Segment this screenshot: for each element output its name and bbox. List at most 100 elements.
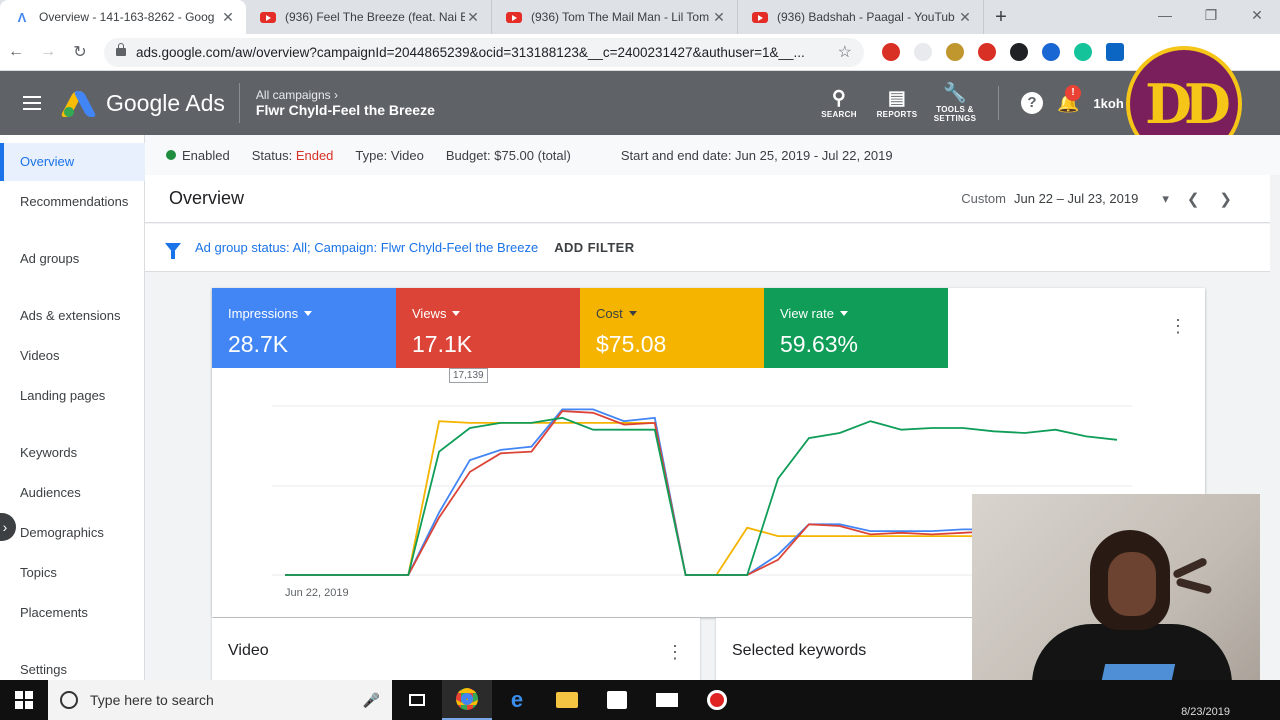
metric-view-rate[interactable]: View rate 59.63% (764, 288, 948, 368)
metric-views[interactable]: Views 17.1K (396, 288, 580, 368)
windows-start-icon[interactable] (0, 680, 48, 720)
metric-value: 17.1K (412, 331, 473, 357)
rocket-icon[interactable] (914, 43, 932, 61)
url-text: ads.google.com/aw/overview?campaignId=20… (136, 44, 805, 60)
campaign-type: Type: Video (355, 147, 424, 163)
sidebar-item-ad-groups[interactable]: Ad groups (0, 240, 145, 278)
search-tool-button[interactable]: ⚲ SEARCH (810, 88, 868, 119)
taskbar-search[interactable]: Type here to search 🎤 (48, 680, 392, 720)
page-title: Overview (169, 188, 245, 208)
task-view-icon[interactable] (392, 680, 442, 720)
linkedin-icon[interactable] (1106, 43, 1124, 61)
browser-tab-2[interactable]: (936) Feel The Breeze (feat. Nai B ✕ (246, 0, 492, 34)
dropdown-icon[interactable]: ▾ (1162, 191, 1169, 207)
sidebar-item-placements[interactable]: Placements (0, 594, 145, 632)
restore-icon[interactable]: ❐ (1188, 0, 1234, 30)
close-tab-icon[interactable]: ✕ (957, 9, 973, 26)
browser-tab-1[interactable]: Λ Overview - 141-163-8262 - Goog ✕ (0, 0, 246, 34)
tab-title: (936) Tom The Mail Man - Lil Tom (531, 10, 710, 24)
date-range-label: Custom (961, 191, 1006, 206)
url-field[interactable]: ads.google.com/aw/overview?campaignId=20… (104, 37, 864, 67)
filter-icon[interactable] (165, 242, 181, 259)
header-tools: ⚲ SEARCH ▤ REPORTS 🔧 TOOLS & SETTINGS ? 🔔! … (810, 71, 1124, 135)
sidebar-item-ads-extensions[interactable]: Ads & extensions (0, 297, 145, 335)
file-explorer-icon[interactable] (542, 680, 592, 720)
metric-impressions[interactable]: Impressions 28.7K (212, 288, 396, 368)
status-field: Status: Ended (252, 148, 334, 163)
keywords-card-title: Selected keywords (732, 642, 867, 659)
tools-settings-label: TOOLS & SETTINGS (933, 105, 977, 123)
metric-value: $75.08 (596, 331, 667, 357)
grammarly-icon[interactable] (1074, 43, 1092, 61)
chat-icon[interactable] (1010, 43, 1028, 61)
mail-icon[interactable] (642, 680, 692, 720)
sidebar-item-audiences[interactable]: Audiences (0, 474, 145, 512)
enabled-status[interactable]: Enabled (182, 148, 230, 163)
extension-icon[interactable] (946, 43, 964, 61)
forward-icon[interactable]: → (32, 43, 64, 61)
account-name[interactable]: 1koh (1093, 96, 1123, 111)
video-card-menu-icon[interactable]: ⋮ (666, 642, 684, 663)
chrome-taskbar-icon[interactable] (442, 680, 492, 720)
cortana-icon (60, 691, 78, 709)
new-tab-button[interactable]: + (984, 0, 1018, 34)
reload-icon[interactable]: ↻ (64, 42, 96, 62)
taskbar-search-placeholder: Type here to search (90, 692, 214, 708)
add-filter-button[interactable]: ADD FILTER (554, 240, 634, 255)
sidebar-item-recommendations[interactable]: Recommendations (0, 183, 145, 221)
sidebar-item-demographics[interactable]: Demographics (0, 514, 145, 552)
close-window-icon[interactable]: ✕ (1234, 0, 1280, 30)
search-tool-label: SEARCH (821, 109, 857, 119)
reports-tool-button[interactable]: ▤ REPORTS (868, 88, 926, 119)
breadcrumb-all-campaigns[interactable]: All campaigns › (256, 88, 435, 102)
metric-cost[interactable]: Cost $75.08 (580, 288, 764, 368)
adblock-icon[interactable] (882, 43, 900, 61)
campaign-title[interactable]: Flwr Chyld-Feel the Breeze (256, 102, 435, 118)
campaign-dates[interactable]: Start and end date: Jun 25, 2019 - Jul 2… (621, 148, 893, 163)
minimize-icon[interactable]: — (1142, 0, 1188, 30)
tools-settings-button[interactable]: 🔧 TOOLS & SETTINGS (926, 83, 984, 123)
active-filter[interactable]: Ad group status: All; Campaign: Flwr Chy… (195, 240, 538, 255)
metric-label: Views (412, 306, 580, 321)
enabled-status-dot-icon (166, 150, 176, 160)
tab-title: Overview - 141-163-8262 - Goog (39, 10, 215, 24)
lock-icon (116, 43, 126, 56)
notifications-icon[interactable]: 🔔! (1057, 84, 1081, 114)
help-icon[interactable]: ? (1021, 92, 1043, 114)
microphone-icon[interactable]: 🎤 (363, 692, 380, 709)
sidebar-item-topics[interactable]: Topics (0, 554, 145, 592)
campaign-budget[interactable]: Budget: $75.00 (total) (446, 148, 571, 163)
close-tab-icon[interactable]: ✕ (711, 9, 727, 26)
store-icon[interactable] (592, 680, 642, 720)
campaign-status-bar: Enabled Status: Ended Type: Video Budget… (145, 135, 1280, 175)
sidebar-nav: › Overview Recommendations Ad groups Ads & … (0, 135, 145, 680)
sidebar-item-videos[interactable]: Videos (0, 337, 145, 375)
close-tab-icon[interactable]: ✕ (465, 9, 481, 26)
chart-x-start-label: Jun 22, 2019 (285, 587, 349, 599)
bookmark-star-icon[interactable]: ☆ (838, 42, 852, 62)
reports-icon: ▤ (887, 87, 907, 109)
extensions-row (882, 43, 1138, 61)
date-range-picker[interactable]: Custom Jun 22 – Jul 23, 2019 ▾ ❮❯ (961, 190, 1252, 208)
prev-next-range-icons[interactable]: ❮❯ (1187, 190, 1252, 208)
sidebar-item-overview[interactable]: Overview (0, 143, 145, 181)
sidebar-item-landing-pages[interactable]: Landing pages (0, 377, 145, 415)
brand-name: Google Ads (106, 89, 225, 116)
status-value: Ended (295, 147, 334, 163)
youtube-icon (260, 9, 276, 25)
sidebar-item-keywords[interactable]: Keywords (0, 434, 145, 472)
browser-tab-4[interactable]: (936) Badshah - Paagal - YouTub ✕ (738, 0, 984, 34)
opera-icon[interactable] (978, 43, 996, 61)
close-tab-icon[interactable]: ✕ (220, 9, 236, 26)
more-options-icon[interactable]: ⋮ (1169, 316, 1187, 337)
metric-label: Cost (596, 306, 764, 321)
vpn-icon[interactable] (1042, 43, 1060, 61)
youtube-icon (506, 9, 522, 25)
youtube-icon (752, 9, 768, 25)
browser-tab-3[interactable]: (936) Tom The Mail Man - Lil Tom ✕ (492, 0, 738, 34)
google-ads-favicon-icon: Λ (17, 9, 27, 25)
edge-taskbar-icon[interactable]: e (492, 680, 542, 720)
back-icon[interactable]: ← (0, 43, 32, 61)
menu-icon[interactable] (0, 96, 64, 110)
screen-recorder-icon[interactable] (692, 680, 742, 720)
